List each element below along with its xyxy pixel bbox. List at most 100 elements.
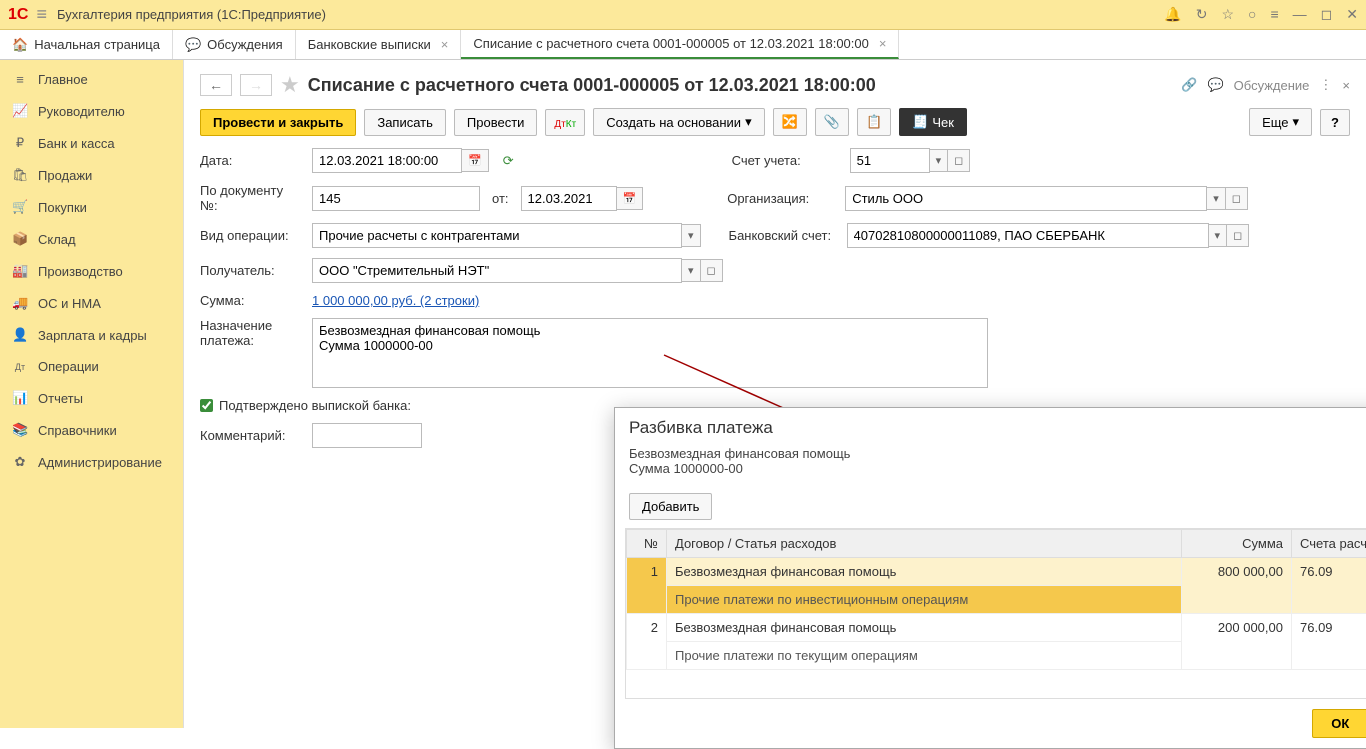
ok-button[interactable]: ОК [1312,709,1366,738]
discussion-label[interactable]: Обсуждение [1234,78,1310,93]
list-button[interactable]: 📋 [857,108,891,136]
factory-icon: 🏭 [12,263,28,279]
refresh-icon[interactable]: ⟳ [503,153,514,169]
org-label: Организация: [727,191,837,206]
minimize-icon[interactable]: — [1293,6,1307,23]
th-contract[interactable]: Договор / Статья расходов [667,530,1182,558]
open-icon[interactable]: ◻ [948,149,970,172]
tab-home[interactable]: 🏠 Начальная страница [0,30,173,59]
post-button[interactable]: Провести [454,109,538,136]
dropdown-icon[interactable]: ▾ [682,224,701,247]
favorite-star-icon[interactable]: ★ [280,72,300,98]
th-sum[interactable]: Сумма [1182,530,1292,558]
th-num[interactable]: № [627,530,667,558]
nav-forward-button[interactable]: → [240,74,272,96]
main-menu-icon[interactable]: ≡ [36,4,47,25]
comment-input[interactable] [312,423,422,448]
docnum-input[interactable] [312,186,480,211]
circle-icon[interactable]: ○ [1248,6,1256,23]
add-row-button[interactable]: Добавить [629,493,712,520]
table-row[interactable]: 2 Безвозмездная финансовая помощь 200 00… [627,614,1366,642]
sidebar-item-bank[interactable]: ₽Банк и касса [0,127,183,159]
comment-label: Комментарий: [200,428,304,443]
close-doc-icon[interactable]: × [1342,78,1350,93]
open-icon[interactable]: ◻ [1226,187,1248,210]
tabs-bar: 🏠 Начальная страница 💬 Обсуждения Банков… [0,30,1366,60]
sidebar-label: Зарплата и кадры [38,328,147,343]
sidebar-label: Главное [38,72,88,87]
more-vert-icon[interactable]: ⋮ [1319,77,1332,93]
sidebar-item-warehouse[interactable]: 📦Склад [0,223,183,255]
tab-close-icon[interactable]: × [879,36,887,51]
open-icon[interactable]: ◻ [701,259,723,282]
chat-icon: 💬 [185,37,201,53]
star-icon[interactable]: ☆ [1221,6,1234,23]
attach-button[interactable]: 📎 [815,108,849,136]
th-account[interactable]: Счета расчетов [1292,530,1366,558]
sidebar-item-admin[interactable]: ✿Администрирование [0,446,183,478]
date-input[interactable] [312,148,462,173]
org-input[interactable] [845,186,1207,211]
purpose-textarea[interactable] [312,318,988,388]
optype-input[interactable] [312,223,682,248]
split-table[interactable]: № Договор / Статья расходов Сумма Счета … [625,528,1366,699]
sidebar-item-purchases[interactable]: 🛒Покупки [0,191,183,223]
sidebar-label: Администрирование [38,455,162,470]
save-button[interactable]: Записать [364,109,446,136]
sidebar-label: Продажи [38,168,92,183]
filter-icon[interactable]: ≡ [1270,6,1278,23]
document-title: Списание с расчетного счета 0001-000005 … [308,75,1174,96]
post-and-close-button[interactable]: Провести и закрыть [200,109,356,136]
structure-button[interactable]: 🔀 [773,108,807,136]
history-icon[interactable]: ↻ [1196,6,1208,23]
tab-document[interactable]: Списание с расчетного счета 0001-000005 … [461,30,899,59]
nav-back-button[interactable]: ← [200,74,232,96]
calendar-icon[interactable]: 📅 [462,149,489,172]
sidebar-item-directories[interactable]: 📚Справочники [0,414,183,446]
document-toolbar: Провести и закрыть Записать Провести ДтК… [200,108,1350,136]
sidebar-item-operations[interactable]: ДтОперации [0,351,183,382]
sidebar-label: Отчеты [38,391,83,406]
from-date-input[interactable] [521,186,617,211]
create-based-button[interactable]: Создать на основании ▾ [593,108,764,136]
help-button[interactable]: ? [1320,109,1350,136]
sum-link[interactable]: 1 000 000,00 руб. (2 строки) [312,293,479,308]
discussion-icon[interactable]: 💬 [1207,77,1223,93]
dropdown-icon[interactable]: ▾ [1209,224,1228,247]
link-icon[interactable]: 🔗 [1181,77,1197,93]
account-input[interactable] [850,148,930,173]
ruble-icon: ₽ [12,135,28,151]
open-icon[interactable]: ◻ [1227,224,1249,247]
close-icon[interactable]: ✕ [1346,6,1358,23]
bankacct-input[interactable] [847,223,1209,248]
dropdown-icon[interactable]: ▾ [1207,187,1226,210]
tab-discussions[interactable]: 💬 Обсуждения [173,30,296,59]
person-icon: 👤 [12,327,28,343]
tab-close-icon[interactable]: × [441,37,449,52]
titlebar: 1C ≡ Бухгалтерия предприятия (1С:Предпри… [0,0,1366,30]
bell-icon[interactable]: 🔔 [1164,6,1181,23]
sidebar-item-reports[interactable]: 📊Отчеты [0,382,183,414]
dtkt-button[interactable]: ДтКт [545,109,585,136]
sidebar-item-sales[interactable]: 🛍 Продажи [0,159,183,191]
account-label: Счет учета: [732,153,842,168]
sidebar-item-production[interactable]: 🏭Производство [0,255,183,287]
calendar-icon[interactable]: 📅 [617,187,644,210]
tab-bank-statements[interactable]: Банковские выписки × [296,30,462,59]
dropdown-icon[interactable]: ▾ [930,149,949,172]
sidebar: ≡Главное 📈Руководителю ₽Банк и касса 🛍 Пр… [0,60,184,728]
receipt-button[interactable]: 🧾Чек [899,108,967,136]
sidebar-item-assets[interactable]: 🚚ОС и НМА [0,287,183,319]
recipient-input[interactable] [312,258,682,283]
maximize-icon[interactable]: ◻ [1321,6,1333,23]
more-button[interactable]: Еще ▾ [1249,108,1312,136]
bag-icon: 🛍 [12,167,28,183]
confirmed-checkbox[interactable] [200,399,213,412]
dropdown-icon[interactable]: ▾ [682,259,701,282]
sidebar-item-hr[interactable]: 👤 Зарплата и кадры [0,319,183,351]
cell-sum: 200 000,00 [1182,614,1292,670]
sidebar-item-main[interactable]: ≡Главное [0,64,183,95]
truck-icon: 🚚 [12,295,28,311]
table-row[interactable]: 1 Безвозмездная финансовая помощь 800 00… [627,558,1366,586]
sidebar-item-manager[interactable]: 📈Руководителю [0,95,183,127]
